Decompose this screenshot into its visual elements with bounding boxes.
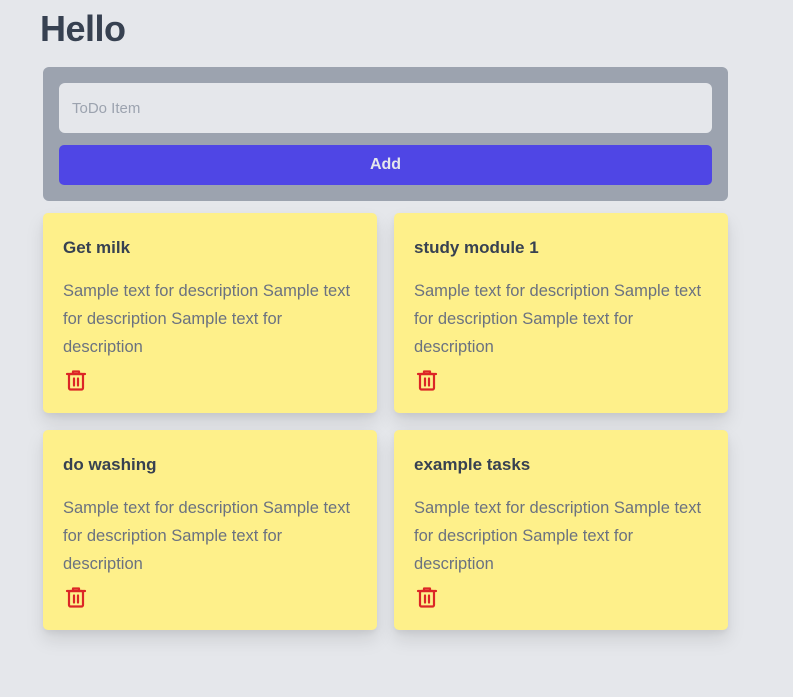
trash-icon <box>65 587 87 608</box>
todo-title: Get milk <box>63 238 131 257</box>
add-todo-panel: Add <box>43 67 728 201</box>
delete-button[interactable] <box>64 585 88 609</box>
delete-button[interactable] <box>64 368 88 392</box>
delete-button[interactable] <box>415 585 439 609</box>
todo-card: Get milk Sample text for description Sam… <box>43 213 377 413</box>
todo-title: study module 1 <box>414 238 539 257</box>
todo-title: do washing <box>63 455 157 474</box>
add-button[interactable]: Add <box>59 145 712 185</box>
trash-icon <box>416 587 438 608</box>
delete-button[interactable] <box>415 368 439 392</box>
todo-card: study module 1 Sample text for descripti… <box>394 213 728 413</box>
todo-card: do washing Sample text for description S… <box>43 430 377 630</box>
todo-card: example tasks Sample text for descriptio… <box>394 430 728 630</box>
todo-title: example tasks <box>414 455 531 474</box>
todo-description: Sample text for description Sample text … <box>63 282 351 356</box>
todo-description: Sample text for description Sample text … <box>414 499 702 573</box>
todo-item-input[interactable] <box>59 83 712 133</box>
trash-icon <box>65 370 87 391</box>
todo-description: Sample text for description Sample text … <box>414 282 702 356</box>
page-title: Hello <box>40 8 126 49</box>
todo-list: Get milk Sample text for description Sam… <box>43 213 728 630</box>
trash-icon <box>416 370 438 391</box>
todo-description: Sample text for description Sample text … <box>63 499 351 573</box>
